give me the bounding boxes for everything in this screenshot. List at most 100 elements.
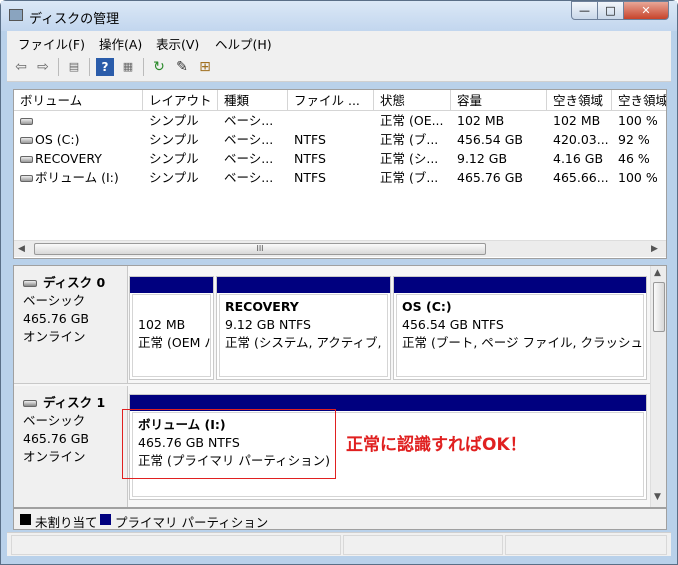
horizontal-scrollbar[interactable]: ◀ III ▶ [14,240,666,257]
volume-icon [20,156,33,163]
rescan-icon[interactable]: ⊞ [196,58,214,76]
status-segment [505,535,667,555]
vertical-scrollbar[interactable]: ▲ ▼ [650,266,666,507]
column-type[interactable]: 種類 [218,90,288,111]
partition-status: 正常 (ブート, ページ ファイル, クラッシュ ダ [402,335,644,350]
properties-icon[interactable]: ✎ [173,58,191,76]
scroll-left-icon[interactable]: ◀ [18,244,25,254]
back-arrow-icon[interactable]: ⇦ [12,58,30,76]
disk-0-size: 465.76 GB [23,311,89,326]
minimize-button[interactable]: — [571,1,598,20]
free-space-cell: 4.16 GB [553,151,604,166]
partition-body: RECOVERY 9.12 GB NTFS 正常 (システム, アクティブ, プ [219,294,388,377]
help-icon[interactable]: ? [96,58,114,76]
capacity-cell: 102 MB [457,113,505,128]
column-free-percent[interactable]: 空き領域 [612,90,666,111]
partition-size: 102 MB [138,317,186,332]
toolbar-separator [89,58,90,76]
status-segment [11,535,341,555]
type-cell: ベーシ... [224,132,274,147]
disk-1-status: オンライン [23,449,86,464]
close-button[interactable]: ✕ [623,1,669,20]
console-view-icon[interactable]: ▦ [119,58,137,76]
column-status[interactable]: 状態 [374,90,451,111]
column-capacity[interactable]: 容量 [451,90,547,111]
filesystem-cell: NTFS [294,151,326,166]
partition-oem[interactable]: 102 MB 正常 (OEM パ [129,276,214,380]
volume-icon [20,175,33,182]
table-row[interactable]: OS (C:) シンプル ベーシ... NTFS 正常 (ブ... 456.54… [14,130,666,149]
table-row[interactable]: RECOVERY シンプル ベーシ... NTFS 正常 (シ... 9.12 … [14,149,666,168]
column-volume[interactable]: ボリューム [14,90,143,111]
filesystem-cell: NTFS [294,132,326,147]
disk-0-type: ベーシック [23,293,86,308]
partition-size: 9.12 GB NTFS [225,317,311,332]
partition-body: 102 MB 正常 (OEM パ [132,294,211,377]
disk-0-row[interactable]: ディスク 0 ベーシック 465.76 GB オンライン 102 MB 正常 (… [14,266,650,384]
volume-icon [20,137,33,144]
column-free-space[interactable]: 空き領域 [547,90,612,111]
menu-file[interactable]: ファイル(F) [18,34,85,53]
status-cell: 正常 (OE... [380,113,444,128]
volume-cell: RECOVERY [14,149,143,168]
partition-size: 456.54 GB NTFS [402,317,504,332]
disk-1-info: ディスク 1 ベーシック 465.76 GB オンライン [14,386,128,507]
partition-os-c[interactable]: OS (C:) 456.54 GB NTFS 正常 (ブート, ページ ファイル… [393,276,647,380]
free-space-cell: 420.03... [553,132,609,147]
partition-body: OS (C:) 456.54 GB NTFS 正常 (ブート, ページ ファイル… [396,294,644,377]
toolbar-separator [143,58,144,76]
disk-1-type: ベーシック [23,413,86,428]
list-header: ボリューム レイアウト 種類 ファイル ... 状態 容量 空き領域 空き領域 [14,90,666,111]
disk-icon [23,400,37,407]
disk-1-size: 465.76 GB [23,431,89,446]
disk-management-window: ディスクの管理 — □ ✕ ファイル(F) 操作(A) 表示(V) ヘルプ(H)… [0,0,678,565]
legend-swatch-unallocated [20,514,31,525]
refresh-icon[interactable]: ↻ [150,58,168,76]
partition-status: 正常 (システム, アクティブ, プ [225,335,388,350]
disk-graphical-view: ディスク 0 ベーシック 465.76 GB オンライン 102 MB 正常 (… [13,265,667,508]
toolbar: ⇦ ⇨ ▤ ? ▦ ↻ ✎ ⊞ [7,52,671,82]
maximize-button[interactable]: □ [597,1,624,20]
table-row[interactable]: シンプル ベーシ... 正常 (OE... 102 MB 102 MB 100 … [14,111,666,130]
type-cell: ベーシ... [224,151,274,166]
legend-label-unallocated: 未割り当て [35,515,98,530]
column-filesystem[interactable]: ファイル ... [288,90,374,111]
partition-bar [394,277,646,293]
menu-action[interactable]: 操作(A) [99,34,142,53]
title-bar: ディスクの管理 — □ ✕ [1,1,677,31]
scroll-up-icon[interactable]: ▲ [654,268,661,278]
type-cell: ベーシ... [224,170,274,185]
menu-view[interactable]: 表示(V) [156,34,199,53]
scroll-thumb[interactable] [653,282,665,332]
status-segment [343,535,503,555]
partition-recovery[interactable]: RECOVERY 9.12 GB NTFS 正常 (システム, アクティブ, プ [216,276,391,380]
type-cell: ベーシ... [224,113,274,128]
free-percent-cell: 46 % [618,151,650,166]
partition-bar [130,277,213,293]
list-view-icon[interactable]: ▤ [65,58,83,76]
menu-help[interactable]: ヘルプ(H) [215,34,272,53]
forward-arrow-icon[interactable]: ⇨ [34,58,52,76]
partition-name [138,298,210,316]
legend-label-primary: プライマリ パーティション [115,515,269,530]
legend-bar: 未割り当て プライマリ パーティション [13,508,667,530]
volume-list: ボリューム レイアウト 種類 ファイル ... 状態 容量 空き領域 空き領域 … [13,89,667,259]
capacity-cell: 465.76 GB [457,170,523,185]
free-percent-cell: 100 % [618,113,658,128]
scroll-right-icon[interactable]: ▶ [651,244,658,254]
capacity-cell: 9.12 GB [457,151,508,166]
free-percent-cell: 100 % [618,170,658,185]
menu-bar: ファイル(F) 操作(A) 表示(V) ヘルプ(H) [7,31,671,52]
volume-icon [20,118,33,125]
partition-status: 正常 (OEM パ [138,335,211,350]
status-bar [7,532,671,556]
status-cell: 正常 (シ... [380,151,439,166]
legend-swatch-primary [100,514,111,525]
layout-cell: シンプル [149,113,199,128]
free-space-cell: 102 MB [553,113,601,128]
scroll-down-icon[interactable]: ▼ [654,492,661,502]
scroll-thumb[interactable]: III [34,243,486,255]
table-row[interactable]: ボリューム (I:) シンプル ベーシ... NTFS 正常 (ブ... 465… [14,168,666,187]
column-layout[interactable]: レイアウト [143,90,218,111]
disk-1-name: ディスク 1 [23,394,127,412]
